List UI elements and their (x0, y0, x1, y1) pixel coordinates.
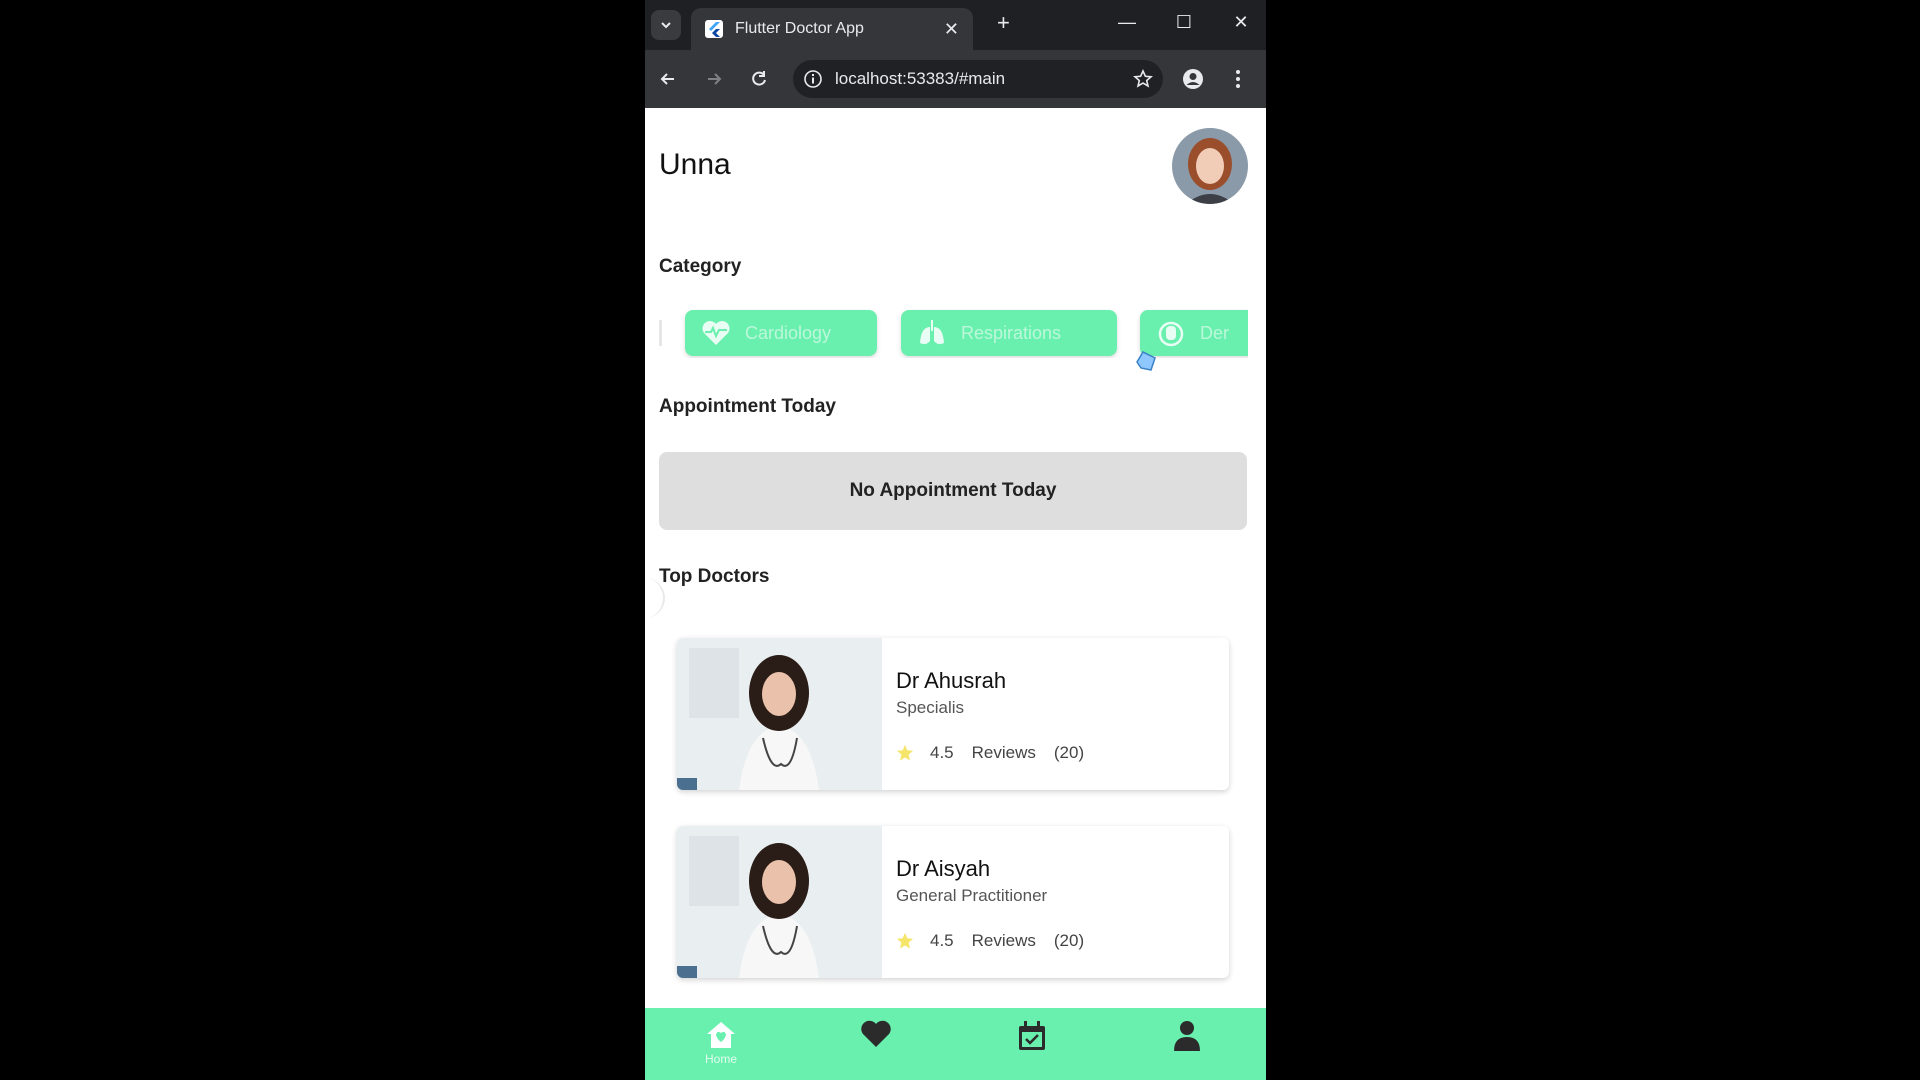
avatar[interactable] (1172, 128, 1248, 204)
back-button[interactable] (655, 66, 681, 92)
nav-favorites[interactable] (846, 1020, 906, 1048)
doctor-specialty: General Practitioner (896, 886, 1048, 905)
flutter-logo-icon (705, 20, 723, 38)
calendar-check-icon (1019, 1021, 1045, 1050)
browser-window: Flutter Doctor App ✕ + — ☐ ✕ localhost:5… (645, 0, 1266, 1080)
doctor-specialty: Specialis (896, 698, 965, 717)
user-name: Unna (659, 148, 731, 181)
rating-value: 4.5 (930, 931, 954, 950)
doctor-photo (677, 826, 882, 978)
reload-icon (752, 71, 766, 86)
nav-home[interactable]: Home (691, 1020, 751, 1066)
nav-label: Home (704, 1052, 737, 1066)
doctor-photo (677, 638, 882, 790)
doctor-rating: 4.5 Reviews (20) (896, 743, 1102, 763)
category-cardiology[interactable]: Cardiology (685, 310, 877, 356)
reviews-count: (20) (1053, 931, 1085, 950)
person-icon (1183, 69, 1203, 89)
profile-button[interactable] (1180, 66, 1206, 92)
category-label: Der (1200, 322, 1230, 343)
close-window-button[interactable]: ✕ (1228, 12, 1254, 33)
address-bar[interactable]: localhost:53383/#main (793, 60, 1163, 98)
doctor-rating: 4.5 Reviews (20) (896, 931, 1102, 951)
star-bookmark-icon[interactable] (1133, 69, 1153, 89)
app-screen: Unna Category Cardiology Respirations De… (645, 108, 1266, 1080)
category-respirations[interactable]: Respirations (901, 310, 1117, 356)
reload-button[interactable] (746, 66, 772, 92)
doctor-name: Dr Aisyah (896, 856, 991, 881)
heart-monitor-icon (701, 318, 731, 348)
doctor-card[interactable]: Dr Aisyah General Practitioner 4.5 Revie… (677, 826, 1229, 978)
category-heading: Category (659, 256, 742, 277)
maximize-button[interactable]: ☐ (1171, 12, 1197, 33)
browser-toolbar: localhost:53383/#main (645, 50, 1266, 108)
nav-profile[interactable] (1157, 1020, 1217, 1052)
home-icon (707, 1022, 735, 1048)
nav-appointments[interactable] (1002, 1020, 1062, 1052)
reviews-count: (20) (1053, 743, 1085, 762)
person-icon (1174, 1021, 1200, 1051)
appointment-heading: Appointment Today (659, 396, 836, 417)
lungs-icon (917, 318, 947, 348)
doctor-card[interactable]: Dr Ahusrah Specialis 4.5 Reviews (20) (677, 638, 1229, 790)
arrow-left-icon (660, 73, 674, 85)
browser-tab[interactable]: Flutter Doctor App ✕ (691, 8, 973, 50)
bottom-navigation: Home (645, 1008, 1266, 1080)
category-label: Cardiology (745, 322, 832, 343)
arrow-right-icon (708, 73, 722, 85)
chevron-down-icon (661, 22, 671, 29)
scroll-edge (659, 320, 662, 346)
heart-icon (861, 1020, 891, 1047)
minimize-button[interactable]: — (1114, 12, 1140, 33)
user-avatar-image (1172, 128, 1248, 204)
menu-button[interactable] (1225, 66, 1251, 92)
star-icon (896, 932, 914, 949)
rating-value: 4.5 (930, 743, 954, 762)
top-doctors-heading: Top Doctors (659, 566, 770, 587)
reviews-label: Reviews (971, 743, 1036, 762)
reviews-label: Reviews (971, 931, 1036, 950)
tab-title: Flutter Doctor App (735, 20, 864, 37)
close-tab-icon[interactable]: ✕ (944, 19, 959, 40)
no-appointment-card: No Appointment Today (659, 452, 1247, 530)
doctor-name: Dr Ahusrah (896, 668, 1007, 693)
tab-strip: Flutter Doctor App ✕ + — ☐ ✕ (645, 0, 1266, 50)
category-list[interactable]: Cardiology Respirations Der (659, 308, 1248, 358)
star-icon (896, 744, 914, 761)
category-label: Respirations (961, 322, 1062, 343)
forward-button[interactable] (701, 66, 727, 92)
site-info-icon[interactable] (803, 69, 823, 89)
more-vertical-icon (1236, 70, 1240, 88)
url-text: localhost:53383/#main (835, 69, 1006, 88)
tab-search-button[interactable] (651, 10, 681, 40)
cursor-hand-icon (1136, 351, 1156, 371)
hand-icon (1156, 318, 1186, 348)
new-tab-button[interactable]: + (997, 10, 1010, 36)
